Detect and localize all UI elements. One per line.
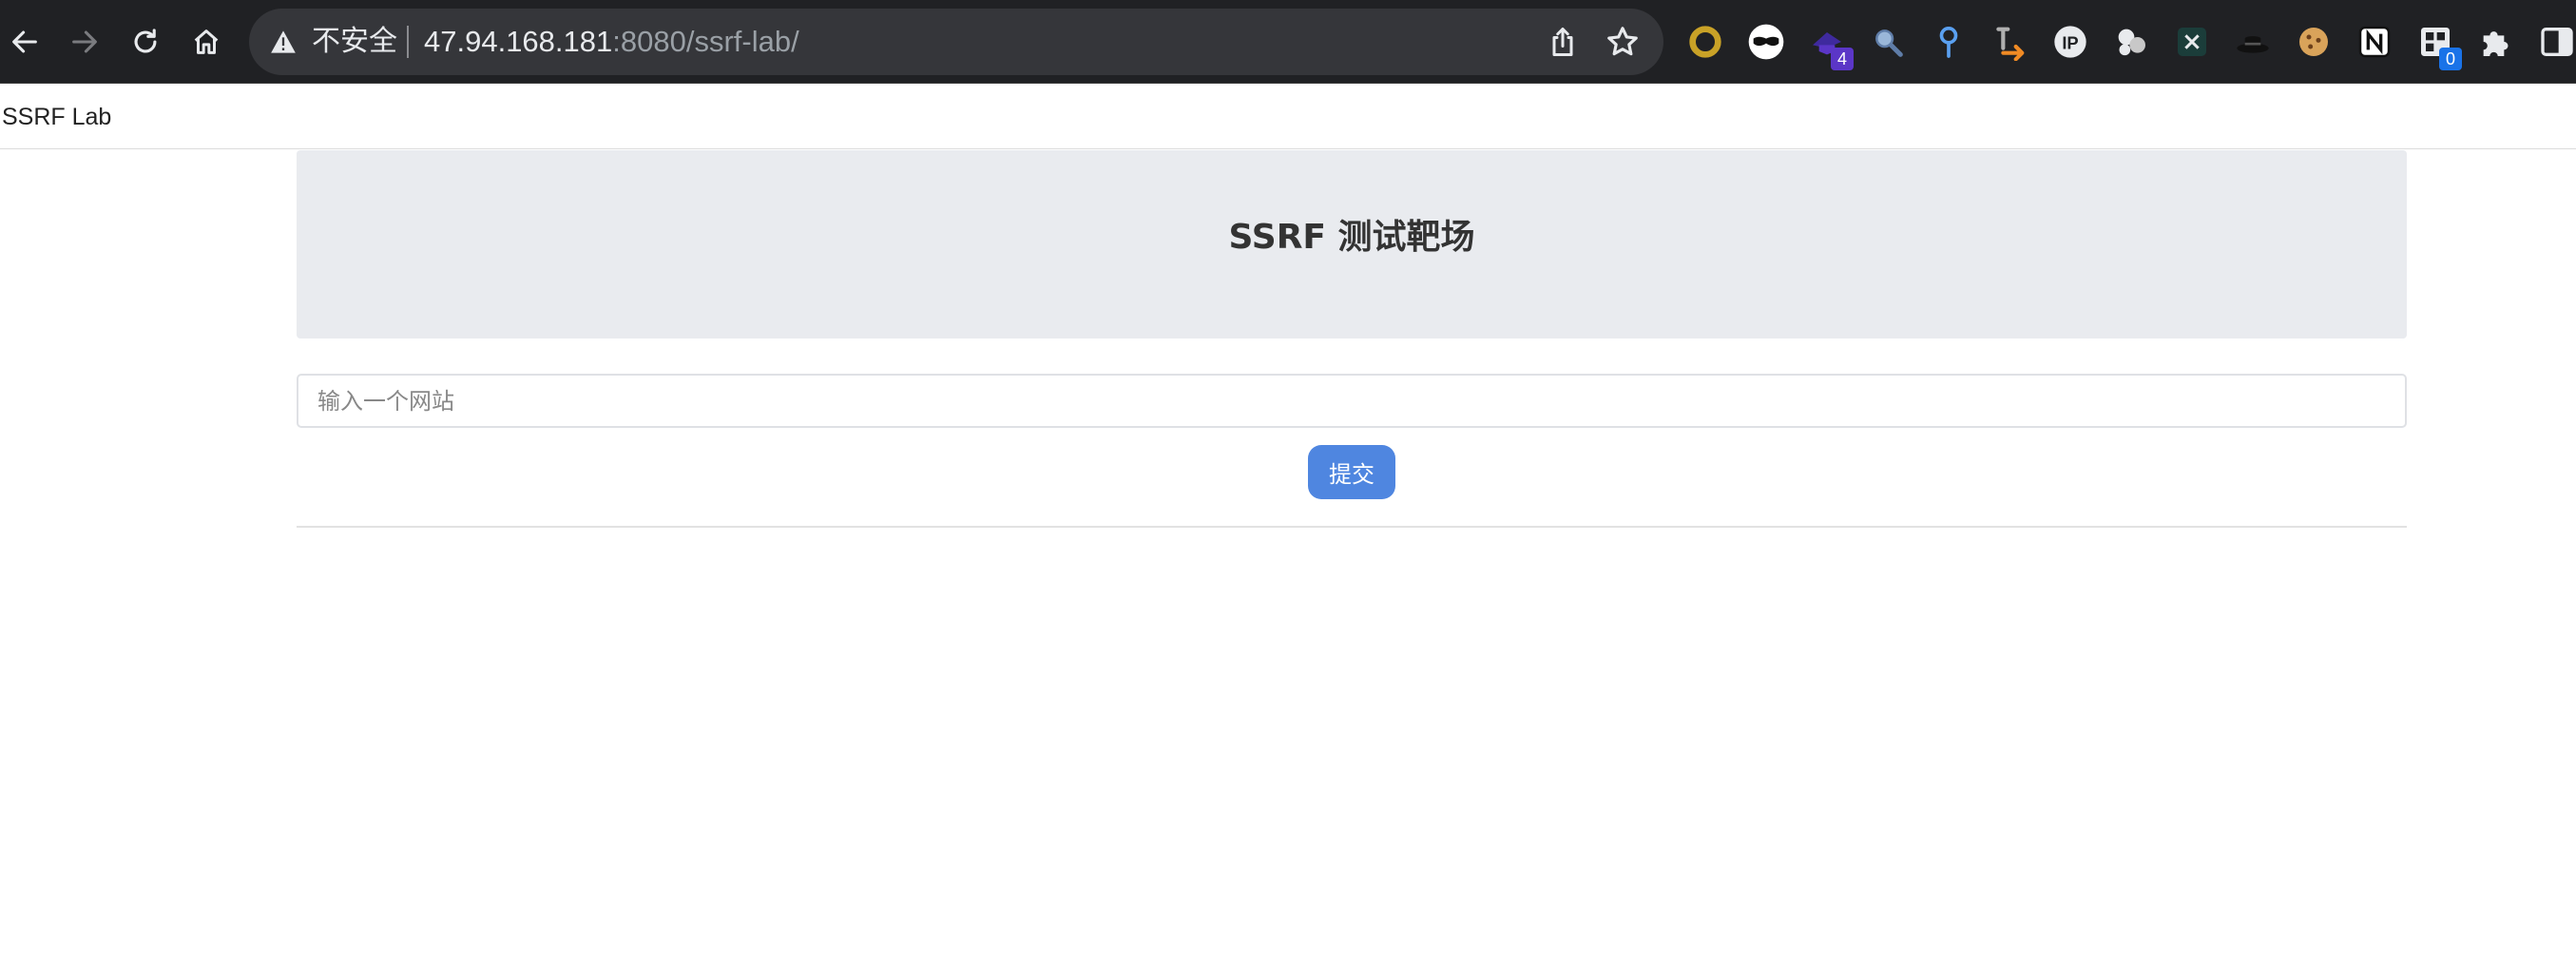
site-navbar: SSRF Lab (0, 85, 2576, 149)
arrow-extension-button[interactable] (1987, 19, 2032, 65)
hat-extension-button[interactable] (2230, 19, 2276, 65)
submit-button[interactable]: 提交 (1308, 445, 1395, 499)
cookie-extension-button[interactable] (2291, 19, 2336, 65)
security-status-label[interactable]: 不安全 (312, 27, 397, 57)
extension-badge: 4 (1831, 48, 1854, 70)
reload-button[interactable] (125, 21, 166, 63)
ring-extension-button[interactable] (1682, 19, 1728, 65)
cookie-cluster-extension-icon (2118, 29, 2145, 56)
forward-icon (72, 30, 97, 53)
warning-icon[interactable] (270, 29, 297, 54)
browser-toolbar: 不安全 47.94.168.181:8080/ssrf-lab/ 4 IP 0 (0, 0, 2576, 84)
share-icon[interactable] (1546, 25, 1580, 59)
page-title: SSRF 测试靶场 (1228, 218, 1475, 257)
magnifier-extension-icon (1875, 29, 1903, 57)
address-bar[interactable]: 不安全 47.94.168.181:8080/ssrf-lab/ (249, 9, 1663, 75)
side-panel-button[interactable] (2534, 19, 2576, 65)
star-icon[interactable] (1605, 24, 1641, 60)
mask-extension-icon (1748, 24, 1784, 60)
site-brand-link[interactable]: SSRF Lab (2, 103, 111, 131)
ip-extension-button[interactable]: IP (2047, 19, 2093, 65)
url-input[interactable] (297, 374, 2407, 428)
url-path: :8080/ssrf-lab/ (612, 25, 799, 58)
forward-button[interactable] (64, 21, 106, 63)
svg-text:IP: IP (2062, 33, 2078, 53)
cookie-extension-icon (2299, 28, 2328, 56)
ip-extension-icon: IP (2054, 26, 2086, 58)
hat-extension-icon (2237, 36, 2269, 53)
notion-extension-button[interactable] (2352, 19, 2397, 65)
back-icon (12, 30, 37, 53)
qr-extension-button[interactable]: 0 (2413, 19, 2462, 70)
mask-extension-button[interactable] (1743, 19, 1789, 65)
home-icon (194, 29, 219, 54)
x-extension-button[interactable] (2169, 19, 2215, 65)
url-text[interactable]: 47.94.168.181:8080/ssrf-lab/ (424, 26, 799, 58)
url-host: 47.94.168.181 (424, 25, 613, 58)
pin-extension-icon (1939, 27, 1958, 58)
back-button[interactable] (4, 21, 46, 63)
ring-extension-icon (1689, 26, 1721, 58)
arrow-extension-icon (1996, 27, 2025, 61)
wizard-hat-extension-button[interactable]: 4 (1804, 19, 1854, 70)
pin-extension-button[interactable] (1926, 19, 1971, 65)
notion-extension-icon (2358, 26, 2391, 58)
hero-banner: SSRF 测试靶场 (297, 150, 2407, 339)
cookie-cluster-extension-button[interactable] (2108, 19, 2154, 65)
magnifier-extension-button[interactable] (1865, 19, 1911, 65)
home-button[interactable] (185, 21, 227, 63)
extension-badge: 0 (2439, 48, 2462, 70)
reload-icon (134, 29, 157, 53)
extensions-button[interactable] (2473, 19, 2519, 65)
puzzle-icon (2483, 31, 2509, 56)
side-panel-icon (2541, 28, 2573, 56)
x-extension-icon (2178, 28, 2206, 56)
content-divider (297, 526, 2407, 528)
omnibox-separator (407, 26, 409, 58)
